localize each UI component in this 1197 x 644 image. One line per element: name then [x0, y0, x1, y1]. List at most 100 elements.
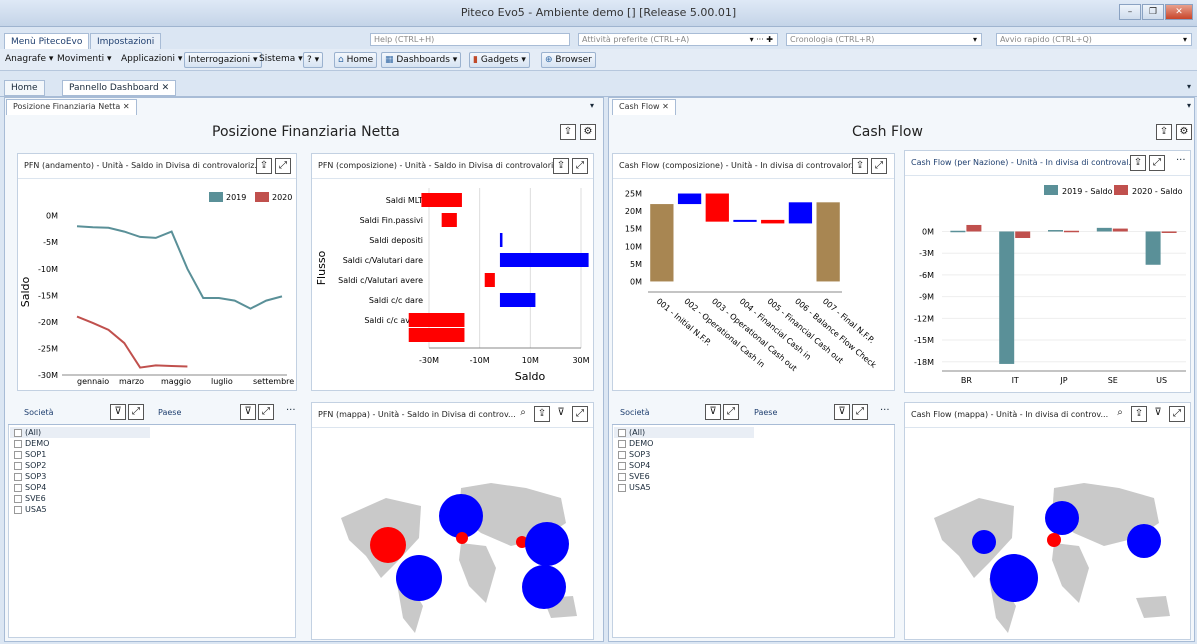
- export-icon[interactable]: ⇪: [1156, 124, 1172, 140]
- filter-list-item[interactable]: (All): [614, 427, 754, 438]
- maximize-button[interactable]: ❐: [1142, 4, 1164, 20]
- expand-icon[interactable]: ⤢: [128, 404, 144, 420]
- subtab-cash-flow[interactable]: Cash Flow ✕: [612, 99, 676, 115]
- settings-icon[interactable]: ⚙: [580, 124, 596, 140]
- minimize-button[interactable]: –: [1119, 4, 1141, 20]
- map-bubble[interactable]: [1127, 524, 1161, 558]
- checkbox[interactable]: [14, 494, 22, 503]
- checkbox[interactable]: [618, 461, 626, 470]
- filter-list-item[interactable]: USA5: [614, 482, 754, 493]
- more-options-icon[interactable]: ···: [286, 405, 296, 416]
- doc-tab-pannello-dashboard[interactable]: Pannello Dashboard ✕: [62, 80, 177, 96]
- expand-icon[interactable]: ⤢: [275, 158, 291, 174]
- dashboards-button[interactable]: ▦ Dashboards ▾: [381, 52, 462, 68]
- close-icon[interactable]: ✕: [662, 102, 669, 111]
- map-bubble[interactable]: [522, 565, 566, 609]
- checkbox[interactable]: [14, 505, 22, 514]
- expand-icon[interactable]: ⤢: [723, 404, 739, 420]
- expand-icon[interactable]: ⤢: [572, 406, 588, 422]
- menu-interrogazioni[interactable]: Interrogazioni ▾: [184, 52, 262, 68]
- more-options-icon[interactable]: ···: [1176, 155, 1186, 166]
- help-search-input[interactable]: Help (CTRL+H): [370, 33, 570, 46]
- filter-list-item[interactable]: SOP3: [614, 449, 754, 460]
- close-button[interactable]: ✕: [1165, 4, 1193, 20]
- close-icon[interactable]: ✕: [123, 102, 130, 111]
- favorites-actions-icon[interactable]: ▾ ··· ✚: [750, 34, 773, 45]
- filter-list-item[interactable]: SVE6: [614, 471, 754, 482]
- quick-launch-dropdown-icon[interactable]: ▾: [1183, 34, 1187, 45]
- filter-icon[interactable]: ⊽: [110, 404, 126, 420]
- filter-list-item[interactable]: DEMO: [614, 438, 754, 449]
- zoom-icon[interactable]: ⌕: [515, 406, 531, 422]
- checkbox[interactable]: [618, 450, 626, 459]
- export-icon[interactable]: ⇪: [1131, 406, 1147, 422]
- map-bubble[interactable]: [1045, 501, 1079, 535]
- menu-help[interactable]: ? ▾: [303, 52, 324, 68]
- expand-icon[interactable]: ⤢: [258, 404, 274, 420]
- filter-list-item[interactable]: SOP4: [10, 482, 150, 493]
- filter-icon[interactable]: ⊽: [834, 404, 850, 420]
- history-input[interactable]: Cronologia (CTRL+R) ▾: [786, 33, 982, 46]
- export-icon[interactable]: ⇪: [553, 158, 569, 174]
- checkbox[interactable]: [618, 428, 626, 437]
- checkbox[interactable]: [618, 439, 626, 448]
- filter-icon[interactable]: ⊽: [553, 406, 569, 422]
- map-bubble[interactable]: [1047, 533, 1061, 547]
- menu-movimenti[interactable]: Movimenti ▾: [54, 52, 115, 68]
- filter-list-item[interactable]: SOP3: [10, 471, 150, 482]
- zoom-icon[interactable]: ⌕: [1112, 406, 1128, 422]
- subtab-posizione-finanziaria[interactable]: Posizione Finanziaria Netta ✕: [6, 99, 137, 115]
- map-bubble[interactable]: [972, 530, 996, 554]
- filter-list-item[interactable]: SOP2: [10, 460, 150, 471]
- filter-list-item[interactable]: (All): [10, 427, 150, 438]
- checkbox[interactable]: [14, 450, 22, 459]
- export-icon[interactable]: ⇪: [852, 158, 868, 174]
- map-bubble[interactable]: [990, 554, 1038, 602]
- checkbox[interactable]: [14, 461, 22, 470]
- export-icon[interactable]: ⇪: [256, 158, 272, 174]
- checkbox[interactable]: [14, 483, 22, 492]
- map-bubble[interactable]: [525, 522, 569, 566]
- filter-list-item[interactable]: SVE6: [10, 493, 150, 504]
- expand-icon[interactable]: ⤢: [852, 404, 868, 420]
- filter-list-item[interactable]: SOP4: [614, 460, 754, 471]
- filter-list-item[interactable]: SOP1: [10, 449, 150, 460]
- filter-icon[interactable]: ⊽: [240, 404, 256, 420]
- filter-icon[interactable]: ⊽: [705, 404, 721, 420]
- home-button[interactable]: ⌂ Home: [334, 52, 378, 68]
- quick-launch-input[interactable]: Avvio rapido (CTRL+Q) ▾: [996, 33, 1192, 46]
- export-icon[interactable]: ⇪: [1130, 155, 1146, 171]
- settings-icon[interactable]: ⚙: [1176, 124, 1192, 140]
- checkbox[interactable]: [14, 472, 22, 481]
- filter-icon[interactable]: ⊽: [1150, 406, 1166, 422]
- export-icon[interactable]: ⇪: [560, 124, 576, 140]
- map-bubble[interactable]: [396, 555, 442, 601]
- checkbox[interactable]: [14, 439, 22, 448]
- menu-sistema[interactable]: Sistema ▾: [256, 52, 306, 68]
- expand-icon[interactable]: ⤢: [871, 158, 887, 174]
- history-dropdown-icon[interactable]: ▾: [973, 34, 977, 45]
- checkbox[interactable]: [618, 472, 626, 481]
- map-bubble[interactable]: [370, 527, 406, 563]
- checkbox[interactable]: [14, 428, 22, 437]
- menu-applicazioni[interactable]: Applicazioni ▾: [118, 52, 185, 68]
- expand-icon[interactable]: ⤢: [1169, 406, 1185, 422]
- browser-button[interactable]: ⊕ Browser: [541, 52, 596, 68]
- expand-icon[interactable]: ⤢: [572, 158, 588, 174]
- export-icon[interactable]: ⇪: [534, 406, 550, 422]
- map-bubble[interactable]: [439, 494, 483, 538]
- left-panel-dropdown-icon[interactable]: ▾: [590, 101, 594, 110]
- filter-list-item[interactable]: DEMO: [10, 438, 150, 449]
- menu-anagrafe[interactable]: Anagrafe ▾: [2, 52, 56, 68]
- doc-tab-home[interactable]: Home: [4, 80, 45, 96]
- map-bubble[interactable]: [456, 532, 468, 544]
- favorites-input[interactable]: Attività preferite (CTRL+A) ▾ ··· ✚: [578, 33, 778, 46]
- close-icon[interactable]: ✕: [162, 83, 170, 93]
- filter-list-item[interactable]: USA5: [10, 504, 150, 515]
- gadgets-button[interactable]: ▮ Gadgets ▾: [469, 52, 530, 68]
- tabs-dropdown-icon[interactable]: ▾: [1187, 82, 1191, 91]
- right-panel-dropdown-icon[interactable]: ▾: [1187, 101, 1191, 110]
- expand-icon[interactable]: ⤢: [1149, 155, 1165, 171]
- checkbox[interactable]: [618, 483, 626, 492]
- more-options-icon[interactable]: ···: [880, 405, 890, 416]
